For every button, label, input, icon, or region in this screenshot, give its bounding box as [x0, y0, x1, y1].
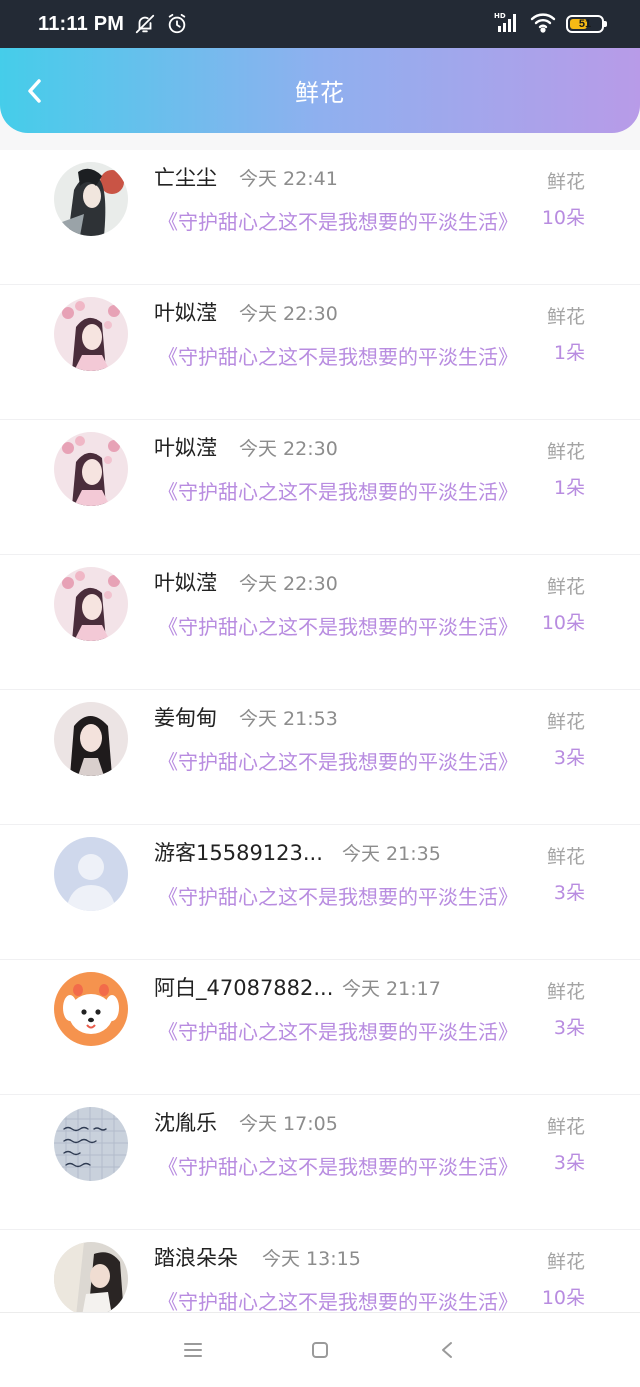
status-time: 11:11 PM — [38, 12, 125, 35]
user-name: 姜甸甸 — [154, 706, 217, 730]
avatar[interactable] — [54, 1107, 128, 1181]
gift-type: 鲜花 — [546, 576, 585, 598]
record-row[interactable]: 叶姒滢 今天 22:30 《守护甜心之这不是我想要的平淡生活》 鲜花 10朵 — [0, 555, 640, 690]
avatar[interactable] — [54, 297, 128, 371]
chevron-left-icon — [28, 79, 41, 103]
record-time: 今天 22:30 — [239, 573, 338, 595]
gift-type: 鲜花 — [546, 171, 585, 193]
user-name: 踏浪朵朵 — [154, 1246, 238, 1270]
book-title[interactable]: 《守护甜心之这不是我想要的平淡生活》 — [158, 881, 530, 910]
record-row[interactable]: 踏浪朵朵 今天 13:15 《守护甜心之这不是我想要的平淡生活》 鲜花 10朵 — [0, 1230, 640, 1312]
avatar[interactable] — [54, 972, 128, 1046]
gift-count: 10朵 — [541, 612, 585, 634]
back-triangle-icon — [441, 1342, 452, 1358]
record-time: 今天 22:41 — [239, 168, 338, 190]
record-row[interactable]: 沈胤乐 今天 17:05 《守护甜心之这不是我想要的平淡生活》 鲜花 3朵 — [0, 1095, 640, 1230]
alarm-icon — [166, 13, 188, 35]
user-name: 亡尘尘 — [154, 166, 217, 190]
record-row[interactable]: 叶姒滢 今天 22:30 《守护甜心之这不是我想要的平淡生活》 鲜花 1朵 — [0, 285, 640, 420]
hd-signal-icon: HD — [494, 11, 520, 38]
back-nav-button[interactable] — [427, 1330, 467, 1370]
status-bar: 11:11 PM HD 51 — [0, 0, 640, 48]
book-title[interactable]: 《守护甜心之这不是我想要的平淡生活》 — [158, 611, 530, 640]
book-title[interactable]: 《守护甜心之这不是我想要的平淡生活》 — [158, 1286, 530, 1312]
gift-count: 1朵 — [553, 342, 585, 364]
gift-type: 鲜花 — [546, 846, 585, 868]
gift-type: 鲜花 — [546, 1116, 585, 1138]
record-row[interactable]: 亡尘尘 今天 22:41 《守护甜心之这不是我想要的平淡生活》 鲜花 10朵 — [0, 150, 640, 285]
home-square-icon — [311, 1342, 328, 1358]
bell-off-icon — [134, 13, 156, 35]
back-button[interactable] — [20, 76, 50, 106]
record-time: 今天 13:15 — [262, 1248, 361, 1270]
record-time: 今天 22:30 — [239, 438, 338, 460]
gift-type: 鲜花 — [546, 1251, 585, 1273]
record-row[interactable]: 阿白_47087882... 今天 21:17 《守护甜心之这不是我想要的平淡生… — [0, 960, 640, 1095]
record-row[interactable]: 游客15589123... 今天 21:35 《守护甜心之这不是我想要的平淡生活… — [0, 825, 640, 960]
home-button[interactable] — [300, 1330, 340, 1370]
gift-count: 10朵 — [541, 207, 585, 229]
record-time: 今天 21:17 — [342, 978, 441, 1000]
user-name: 沈胤乐 — [154, 1111, 217, 1135]
gift-count: 1朵 — [553, 477, 585, 499]
user-name: 游客15589123... — [154, 841, 323, 865]
record-row[interactable]: 叶姒滢 今天 22:30 《守护甜心之这不是我想要的平淡生活》 鲜花 1朵 — [0, 420, 640, 555]
battery-level: 51 — [578, 18, 592, 30]
avatar[interactable] — [54, 432, 128, 506]
book-title[interactable]: 《守护甜心之这不是我想要的平淡生活》 — [158, 1016, 530, 1045]
gift-count: 10朵 — [541, 1287, 585, 1309]
gift-count: 3朵 — [553, 1152, 585, 1174]
gift-type: 鲜花 — [546, 441, 585, 463]
book-title[interactable]: 《守护甜心之这不是我想要的平淡生活》 — [158, 746, 530, 775]
gift-type: 鲜花 — [546, 981, 585, 1003]
menu-button[interactable] — [173, 1330, 213, 1370]
user-name: 阿白_47087882... — [154, 976, 334, 1000]
gift-count: 3朵 — [553, 1017, 585, 1039]
avatar[interactable] — [54, 837, 128, 911]
user-name: 叶姒滢 — [154, 301, 217, 325]
svg-text:HD: HD — [494, 12, 506, 20]
menu-icon — [184, 1343, 203, 1357]
record-time: 今天 21:35 — [342, 843, 441, 865]
avatar[interactable] — [54, 567, 128, 641]
book-title[interactable]: 《守护甜心之这不是我想要的平淡生活》 — [158, 341, 530, 370]
record-time: 今天 22:30 — [239, 303, 338, 325]
gift-type: 鲜花 — [546, 306, 585, 328]
avatar[interactable] — [54, 162, 128, 236]
header-bar: 鲜花 — [0, 48, 640, 133]
system-nav-bar — [0, 1312, 640, 1387]
user-name: 叶姒滢 — [154, 571, 217, 595]
page-title: 鲜花 — [295, 79, 345, 107]
gift-count: 3朵 — [553, 882, 585, 904]
flower-record-list[interactable]: 亡尘尘 今天 22:41 《守护甜心之这不是我想要的平淡生活》 鲜花 10朵 叶… — [0, 150, 640, 1312]
avatar[interactable] — [54, 702, 128, 776]
avatar[interactable] — [54, 1242, 128, 1312]
user-name: 叶姒滢 — [154, 436, 217, 460]
book-title[interactable]: 《守护甜心之这不是我想要的平淡生活》 — [158, 206, 530, 235]
record-time: 今天 17:05 — [239, 1113, 338, 1135]
book-title[interactable]: 《守护甜心之这不是我想要的平淡生活》 — [158, 476, 530, 505]
record-time: 今天 21:53 — [239, 708, 338, 730]
gift-count: 3朵 — [553, 747, 585, 769]
record-row[interactable]: 姜甸甸 今天 21:53 《守护甜心之这不是我想要的平淡生活》 鲜花 3朵 — [0, 690, 640, 825]
wifi-icon — [530, 11, 556, 38]
battery-icon: 51 — [566, 15, 607, 33]
gift-type: 鲜花 — [546, 711, 585, 733]
book-title[interactable]: 《守护甜心之这不是我想要的平淡生活》 — [158, 1151, 530, 1180]
